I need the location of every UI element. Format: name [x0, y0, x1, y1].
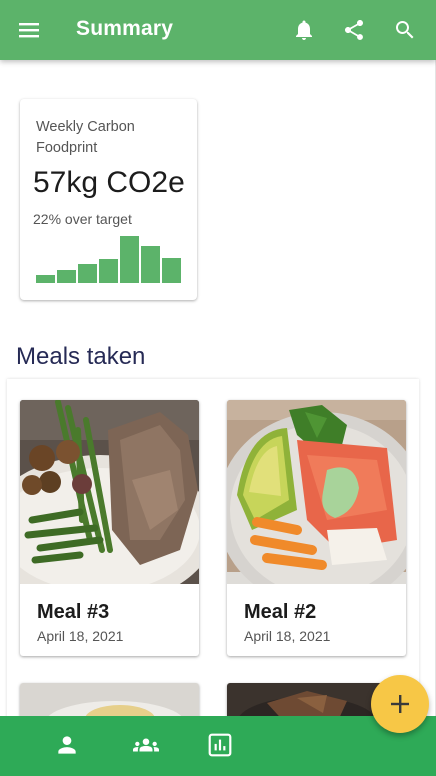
weekly-bar — [36, 275, 55, 283]
meal-date: April 18, 2021 — [244, 628, 331, 644]
meal-date: April 18, 2021 — [37, 628, 124, 644]
share-icon[interactable] — [342, 18, 366, 42]
meal-card[interactable]: Meal #2 April 18, 2021 — [227, 400, 406, 656]
search-icon[interactable] — [393, 18, 417, 42]
meal-photo — [227, 400, 406, 584]
weekly-bar — [120, 236, 139, 283]
carbon-card-label: Weekly Carbon Foodprint — [36, 119, 135, 156]
target-status: 22% over target — [33, 211, 132, 227]
weekly-carbon-card[interactable]: Weekly Carbon Foodprint 57kg CO2e 22% ov… — [20, 99, 197, 300]
weekly-bar — [162, 258, 181, 283]
page-title: Summary — [76, 17, 174, 40]
add-meal-button[interactable] — [371, 675, 429, 733]
bell-icon[interactable] — [292, 18, 316, 42]
meal-name: Meal #2 — [244, 601, 317, 623]
plus-icon — [391, 695, 409, 713]
weekly-bar — [99, 259, 118, 283]
app-bar: Summary — [0, 0, 436, 60]
meal-name: Meal #3 — [37, 601, 110, 623]
section-title: Meals taken — [16, 343, 146, 370]
weekly-bar-chart — [36, 236, 182, 283]
meal-card[interactable]: Meal #3 April 18, 2021 — [20, 400, 199, 656]
group-icon[interactable] — [133, 732, 159, 758]
person-icon[interactable] — [54, 732, 80, 758]
carbon-value: 57kg CO2e — [33, 166, 185, 199]
weekly-bar — [141, 246, 160, 283]
menu-icon[interactable] — [18, 20, 40, 40]
meals-panel: Meal #3 April 18, 2021 Meal #2 April 18,… — [7, 379, 419, 743]
bar-chart-icon[interactable] — [207, 732, 233, 758]
weekly-bar — [78, 264, 97, 283]
weekly-bar — [57, 270, 76, 283]
meal-photo — [20, 400, 199, 584]
